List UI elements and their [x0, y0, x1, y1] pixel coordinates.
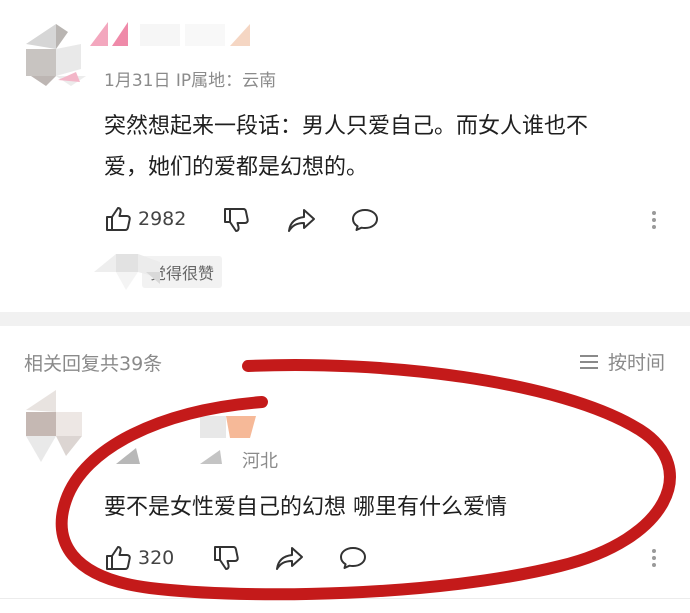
reply-button[interactable] [350, 207, 380, 233]
thumbs-up-icon [104, 544, 132, 572]
bottom-divider [0, 598, 690, 599]
share-icon [276, 547, 303, 570]
reply-like-button[interactable]: 320 [104, 544, 174, 572]
comment-text: 突然想起来一段话：男人只爱自己。而女人谁也不 爱，她们的爱都是幻想的。 [104, 106, 684, 188]
section-divider [0, 312, 690, 326]
thumbs-down-icon [214, 546, 239, 570]
reply-text: 要不是女性爱自己的幻想 哪里有什么爱情 [104, 495, 507, 520]
reply-count-label: 相关回复共39条 [24, 353, 163, 375]
username-redacted[interactable] [90, 18, 270, 52]
dot [652, 225, 656, 229]
thumbs-up-icon [104, 205, 132, 233]
comment-text-line-1: 突然想起来一段话：男人只爱自己。而女人谁也不 [104, 114, 589, 139]
reply-avatar[interactable] [26, 390, 94, 464]
reply-share-button[interactable] [275, 545, 305, 571]
reply-reply-button[interactable] [338, 545, 368, 571]
dislike-button[interactable] [222, 206, 250, 234]
dot [652, 556, 656, 560]
dot [652, 563, 656, 567]
share-button[interactable] [287, 207, 317, 233]
reply-like-count: 320 [138, 547, 175, 569]
reply-location: 河北 [242, 451, 278, 472]
dot [652, 211, 656, 215]
comment-bubble-icon [340, 547, 366, 569]
sort-label: 按时间 [608, 352, 666, 374]
reply-dislike-button[interactable] [212, 544, 240, 572]
dot [652, 218, 656, 222]
chip-avatars-redacted [94, 254, 160, 290]
dot [652, 549, 656, 553]
like-count: 2982 [138, 208, 187, 230]
reply-more-options-button[interactable] [651, 546, 657, 570]
comment-text-line-2: 爱，她们的爱都是幻想的。 [104, 155, 369, 180]
thumbs-down-icon [224, 208, 249, 232]
more-options-button[interactable] [651, 208, 657, 232]
badge-redacted [58, 72, 80, 82]
comment-meta: 1月31日 IP属地：云南 [104, 71, 277, 91]
sort-button[interactable]: 按时间 [578, 348, 665, 375]
comment-bubble-icon [352, 209, 378, 231]
like-button[interactable]: 2982 [104, 205, 186, 233]
sort-list-icon [578, 353, 600, 371]
share-icon [288, 209, 315, 232]
